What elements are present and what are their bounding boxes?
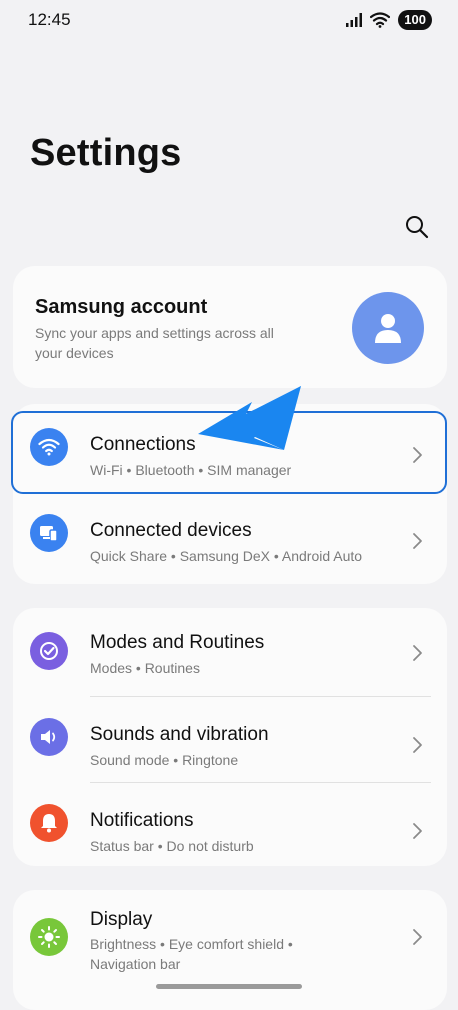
item-title: Connected devices <box>90 520 252 541</box>
item-subtitle: Brightness • Eye comfort shield • Naviga… <box>90 936 293 972</box>
settings-item-sounds-vibration[interactable]: Sounds and vibration Sound mode • Ringto… <box>13 696 447 782</box>
chevron-right-icon <box>413 447 422 463</box>
item-subtitle: Sound mode • Ringtone <box>90 752 239 768</box>
item-subtitle: Modes • Routines <box>90 660 200 676</box>
page-title: Settings <box>30 132 182 174</box>
search-button[interactable] <box>404 214 430 240</box>
connected-devices-icon <box>30 514 68 552</box>
battery-indicator: 100 <box>398 10 432 30</box>
account-subtitle: Sync your apps and settings across all y… <box>35 325 274 361</box>
settings-group-personal: Modes and Routines Modes • Routines Soun… <box>13 608 447 866</box>
status-time: 12:45 <box>28 10 71 29</box>
chevron-right-icon <box>413 929 422 945</box>
settings-item-connected-devices[interactable]: Connected devices Quick Share • Samsung … <box>13 490 447 576</box>
settings-item-display[interactable]: Display Brightness • Eye comfort shield … <box>13 890 447 1010</box>
settings-item-modes-routines[interactable]: Modes and Routines Modes • Routines <box>13 608 447 694</box>
speaker-icon <box>30 718 68 756</box>
item-subtitle: Wi-Fi • Bluetooth • SIM manager <box>90 462 292 478</box>
bell-icon <box>30 804 68 842</box>
samsung-account-card[interactable]: Samsung account Sync your apps and setti… <box>13 266 447 388</box>
home-indicator[interactable] <box>156 984 302 989</box>
item-title: Display <box>90 909 153 930</box>
wifi-status-icon <box>370 12 391 28</box>
settings-group-connections: Connections Wi-Fi • Bluetooth • SIM mana… <box>13 404 447 584</box>
person-icon <box>375 314 401 343</box>
item-title: Connections <box>90 434 196 455</box>
chevron-right-icon <box>413 737 422 753</box>
chevron-right-icon <box>413 823 422 839</box>
status-icons: 100 <box>346 10 432 30</box>
signal-icon <box>346 13 363 27</box>
settings-group-display: Display Brightness • Eye comfort shield … <box>13 890 447 1010</box>
search-icon <box>406 216 429 239</box>
settings-item-notifications[interactable]: Notifications Status bar • Do not distur… <box>13 782 447 868</box>
sun-icon <box>30 918 68 956</box>
account-title: Samsung account <box>35 296 208 318</box>
chevron-right-icon <box>413 645 422 661</box>
avatar[interactable] <box>352 292 424 364</box>
status-bar: 12:45 100 <box>0 0 458 40</box>
chevron-right-icon <box>413 533 422 549</box>
settings-item-connections[interactable]: Connections Wi-Fi • Bluetooth • SIM mana… <box>13 404 447 490</box>
item-title: Notifications <box>90 810 194 831</box>
item-subtitle: Status bar • Do not disturb <box>90 838 254 854</box>
item-title: Sounds and vibration <box>90 724 269 745</box>
modes-routines-icon <box>30 632 68 670</box>
item-title: Modes and Routines <box>90 632 265 653</box>
item-subtitle: Quick Share • Samsung DeX • Android Auto <box>90 548 363 564</box>
wifi-icon <box>30 428 68 466</box>
